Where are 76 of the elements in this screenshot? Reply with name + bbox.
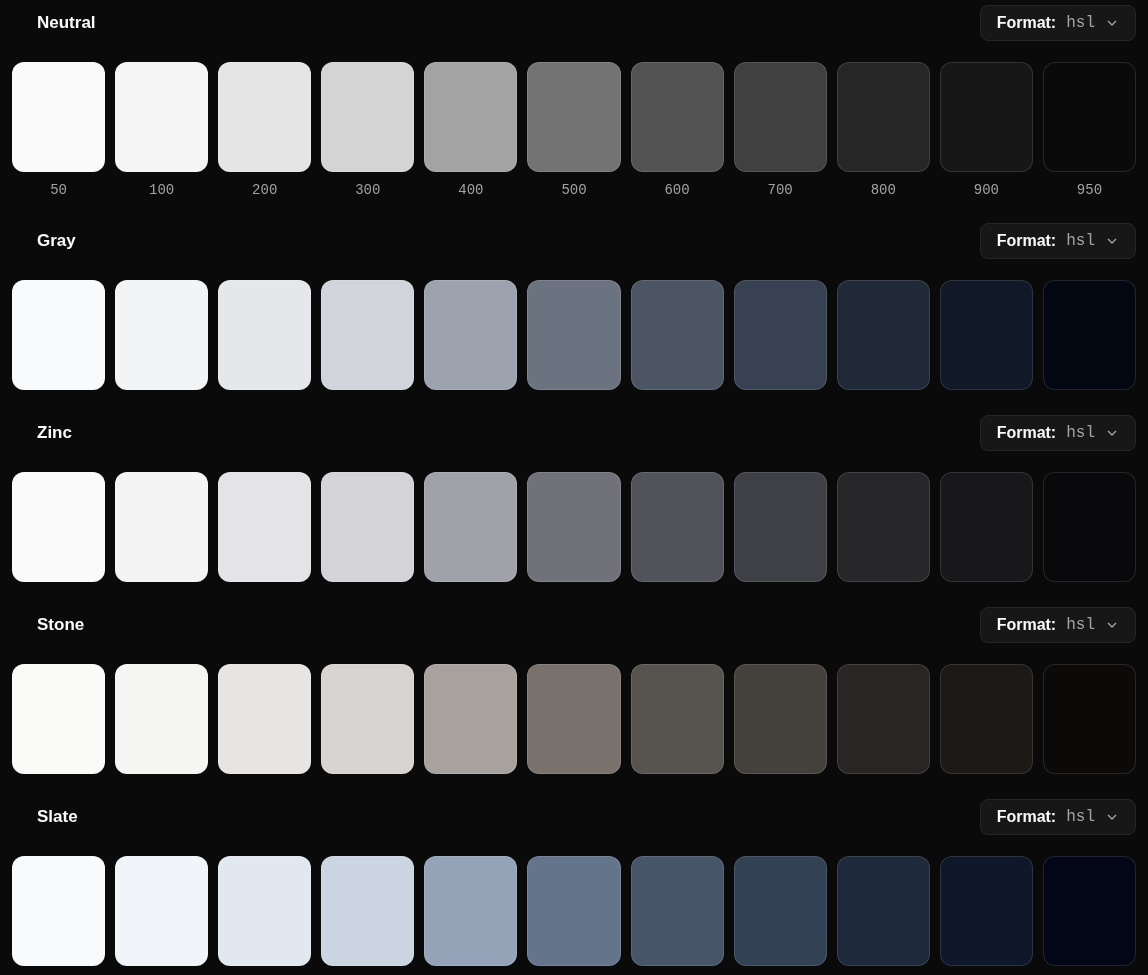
color-swatch[interactable] [115,62,209,172]
color-swatch[interactable] [836,280,930,390]
shade-label: 500 [561,182,587,198]
color-swatch[interactable] [733,62,827,172]
color-swatch[interactable] [527,280,621,390]
format-select[interactable]: Format: hsl [979,607,1136,643]
color-swatch[interactable] [218,664,312,774]
shade-label: 600 [664,182,690,198]
color-swatch[interactable] [630,664,724,774]
shade-label: 50 [50,182,67,198]
shade-label: 200 [252,182,278,198]
color-swatch[interactable] [836,856,930,966]
color-swatch[interactable] [939,280,1033,390]
color-swatch[interactable] [733,280,827,390]
palette-title: Gray [37,231,76,251]
color-swatch[interactable] [527,472,621,582]
color-swatch[interactable] [115,856,209,966]
palette-title: Slate [37,807,78,827]
color-swatch[interactable] [321,664,415,774]
color-swatch[interactable] [321,62,415,172]
format-select[interactable]: Format: hsl [979,5,1136,41]
color-swatch[interactable] [218,472,312,582]
palette-title: Neutral [37,13,96,33]
shade-label: 950 [1076,182,1103,198]
color-swatch[interactable] [321,472,415,582]
color-swatch[interactable] [939,856,1033,966]
color-swatch[interactable] [836,62,930,172]
color-swatch[interactable] [424,472,518,582]
color-swatch[interactable] [12,472,106,582]
color-swatch[interactable] [12,62,106,172]
color-swatch[interactable] [836,664,930,774]
color-swatch[interactable] [733,472,827,582]
color-swatch[interactable] [218,856,312,966]
color-swatch[interactable] [115,280,209,390]
color-swatch[interactable] [424,280,518,390]
color-swatch[interactable] [630,472,724,582]
format-select[interactable]: Format: hsl [979,799,1136,835]
palette-title: Stone [37,615,85,635]
color-swatch[interactable] [12,856,106,966]
color-swatch[interactable] [527,664,621,774]
format-select[interactable]: Format: hsl [979,415,1136,451]
color-swatch[interactable] [218,280,312,390]
color-swatch[interactable] [218,62,312,172]
shade-label: 800 [870,182,896,198]
shade-label: 900 [973,182,999,198]
color-swatch[interactable] [630,856,724,966]
color-swatch[interactable] [939,664,1033,774]
shade-label: 100 [149,182,175,198]
shade-label: 300 [355,182,381,198]
color-swatch[interactable] [12,280,106,390]
color-swatch[interactable] [1042,472,1136,582]
color-swatch[interactable] [424,664,518,774]
color-swatch[interactable] [321,280,415,390]
palette-title: Zinc [37,423,72,443]
color-swatch[interactable] [630,280,724,390]
color-swatch[interactable] [939,472,1033,582]
shade-label: 700 [767,182,793,198]
color-swatch[interactable] [12,664,106,774]
color-swatch[interactable] [115,664,209,774]
color-swatch[interactable] [527,856,621,966]
color-swatch[interactable] [630,62,724,172]
color-swatch[interactable] [424,62,518,172]
color-swatch[interactable] [321,856,415,966]
color-swatch[interactable] [733,664,827,774]
color-swatch[interactable] [115,472,209,582]
color-swatch[interactable] [1042,62,1136,172]
color-swatch[interactable] [1042,856,1136,966]
color-swatch[interactable] [1042,664,1136,774]
color-swatch[interactable] [733,856,827,966]
color-swatch[interactable] [1042,280,1136,390]
color-swatch[interactable] [424,856,518,966]
color-swatch[interactable] [527,62,621,172]
shade-label: 400 [458,182,484,198]
format-select[interactable]: Format: hsl [979,223,1136,259]
color-swatch[interactable] [939,62,1033,172]
color-swatch[interactable] [836,472,930,582]
